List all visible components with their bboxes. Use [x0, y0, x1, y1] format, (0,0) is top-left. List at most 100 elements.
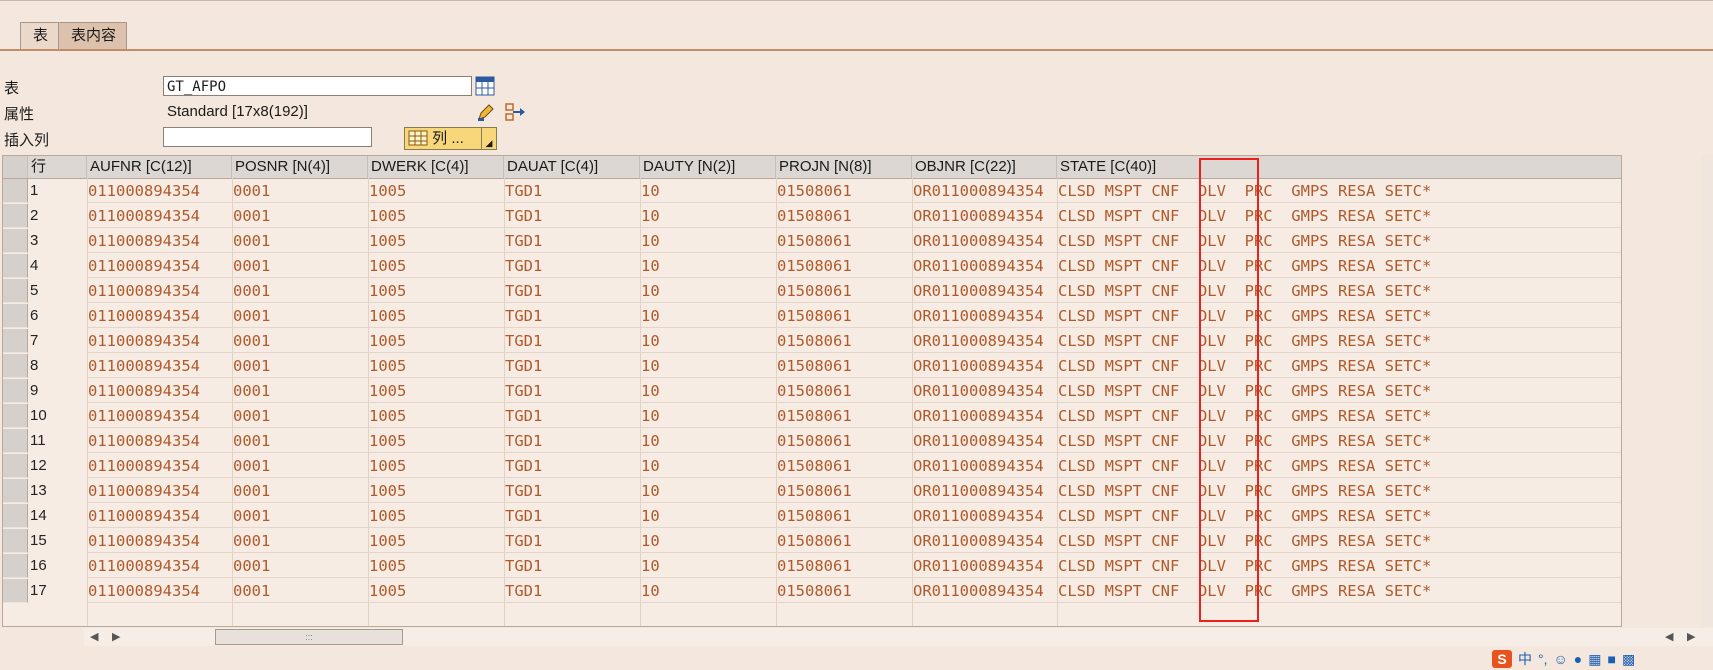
- table-cell[interactable]: 10: [641, 229, 776, 253]
- table-cell[interactable]: 0001: [233, 529, 368, 553]
- table-row[interactable]: 10 011000894354 0001 1005 TGD1 10 01508061 OR01…: [3, 404, 1621, 429]
- table-cell[interactable]: 01508061: [777, 404, 912, 428]
- table-cell[interactable]: 0001: [233, 479, 368, 503]
- table-row[interactable]: 9 011000894354 0001 1005 TGD1 10 01508061 OR011…: [3, 379, 1621, 404]
- table-cell[interactable]: TGD1: [505, 229, 640, 253]
- columns-dropdown-icon[interactable]: ◢: [481, 127, 497, 150]
- table-cell[interactable]: TGD1: [505, 379, 640, 403]
- table-cell[interactable]: 0001: [233, 554, 368, 578]
- table-cell[interactable]: TGD1: [505, 454, 640, 478]
- edit-icon[interactable]: [476, 102, 496, 122]
- column-header[interactable]: PROJN [N(8)]: [776, 156, 912, 178]
- row-selector[interactable]: [3, 204, 28, 228]
- table-cell[interactable]: 01508061: [777, 454, 912, 478]
- table-cell[interactable]: 1005: [369, 329, 504, 353]
- table-cell[interactable]: TGD1: [505, 329, 640, 353]
- keyboard-icon[interactable]: ▦: [1588, 648, 1601, 670]
- table-cell[interactable]: CLSD MSPT CNF DLV PRC GMPS RESA SETC*: [1058, 429, 1621, 453]
- table-cell[interactable]: 0001: [233, 379, 368, 403]
- table-cell[interactable]: 01508061: [777, 529, 912, 553]
- table-cell[interactable]: 10: [641, 529, 776, 553]
- scroll-thumb[interactable]: :::: [215, 629, 403, 645]
- row-selector[interactable]: [3, 329, 28, 353]
- row-selector[interactable]: [3, 354, 28, 378]
- table-row[interactable]: 3 011000894354 0001 1005 TGD1 10 01508061 OR011…: [3, 229, 1621, 254]
- table-cell[interactable]: 011000894354: [88, 279, 232, 303]
- row-selector[interactable]: [3, 279, 28, 303]
- table-cell[interactable]: OR011000894354: [913, 504, 1057, 528]
- table-cell[interactable]: CLSD MSPT CNF DLV PRC GMPS RESA SETC*: [1058, 554, 1621, 578]
- table-cell[interactable]: 011000894354: [88, 479, 232, 503]
- table-cell[interactable]: 1005: [369, 229, 504, 253]
- table-cell[interactable]: 0001: [233, 254, 368, 278]
- table-cell[interactable]: 1005: [369, 304, 504, 328]
- horizontal-scrollbar[interactable]: ◀ ▶ ::: ◀ ▶: [84, 628, 1713, 646]
- scroll-far-right-arrow[interactable]: ▶: [1687, 628, 1695, 646]
- table-cell[interactable]: 0001: [233, 404, 368, 428]
- table-cell[interactable]: 01508061: [777, 204, 912, 228]
- row-selector[interactable]: [3, 579, 28, 603]
- scroll-left-arrow[interactable]: ◀: [90, 628, 98, 646]
- table-cell[interactable]: TGD1: [505, 554, 640, 578]
- table-cell[interactable]: 1005: [369, 554, 504, 578]
- table-cell[interactable]: 1005: [369, 179, 504, 203]
- table-cell[interactable]: 01508061: [777, 229, 912, 253]
- table-cell[interactable]: CLSD MSPT CNF DLV PRC GMPS RESA SETC*: [1058, 579, 1621, 603]
- table-cell[interactable]: 01508061: [777, 554, 912, 578]
- table-cell[interactable]: CLSD MSPT CNF DLV PRC GMPS RESA SETC*: [1058, 529, 1621, 553]
- table-cell[interactable]: 0001: [233, 329, 368, 353]
- table-cell[interactable]: 10: [641, 179, 776, 203]
- table-cell[interactable]: TGD1: [505, 354, 640, 378]
- table-cell[interactable]: 1005: [369, 479, 504, 503]
- table-cell[interactable]: CLSD MSPT CNF DLV PRC GMPS RESA SETC*: [1058, 454, 1621, 478]
- table-cell[interactable]: OR011000894354: [913, 354, 1057, 378]
- row-selector[interactable]: [3, 404, 28, 428]
- table-row[interactable]: 11 011000894354 0001 1005 TGD1 10 01508061 OR01…: [3, 429, 1621, 454]
- table-row[interactable]: 2 011000894354 0001 1005 TGD1 10 01508061 OR011…: [3, 204, 1621, 229]
- row-selector[interactable]: [3, 179, 28, 203]
- table-cell[interactable]: OR011000894354: [913, 204, 1057, 228]
- table-cell[interactable]: 0001: [233, 429, 368, 453]
- table-cell[interactable]: 0001: [233, 204, 368, 228]
- table-cell[interactable]: CLSD MSPT CNF DLV PRC GMPS RESA SETC*: [1058, 379, 1621, 403]
- table-cell[interactable]: 10: [641, 504, 776, 528]
- table-cell[interactable]: 01508061: [777, 429, 912, 453]
- table-cell[interactable]: OR011000894354: [913, 554, 1057, 578]
- table-cell[interactable]: OR011000894354: [913, 479, 1057, 503]
- table-cell[interactable]: 10: [641, 304, 776, 328]
- table-cell[interactable]: 011000894354: [88, 579, 232, 603]
- table-cell[interactable]: 1005: [369, 454, 504, 478]
- table-cell[interactable]: 011000894354: [88, 254, 232, 278]
- table-cell[interactable]: OR011000894354: [913, 404, 1057, 428]
- column-header[interactable]: POSNR [N(4)]: [232, 156, 368, 178]
- table-cell[interactable]: 01508061: [777, 579, 912, 603]
- table-cell[interactable]: 01508061: [777, 254, 912, 278]
- table-cell[interactable]: 011000894354: [88, 529, 232, 553]
- structure-icon[interactable]: [504, 102, 525, 122]
- emoji-icon[interactable]: ☺: [1554, 648, 1568, 670]
- table-cell[interactable]: 011000894354: [88, 329, 232, 353]
- table-cell[interactable]: 10: [641, 479, 776, 503]
- table-cell[interactable]: CLSD MSPT CNF DLV PRC GMPS RESA SETC*: [1058, 179, 1621, 203]
- table-cell[interactable]: 011000894354: [88, 304, 232, 328]
- table-cell[interactable]: 1005: [369, 504, 504, 528]
- table-cell[interactable]: 1005: [369, 254, 504, 278]
- table-cell[interactable]: OR011000894354: [913, 279, 1057, 303]
- table-row[interactable]: 4 011000894354 0001 1005 TGD1 10 01508061 OR011…: [3, 254, 1621, 279]
- column-header[interactable]: DAUTY [N(2)]: [640, 156, 776, 178]
- skin-icon[interactable]: ■: [1608, 648, 1616, 670]
- row-selector[interactable]: [3, 504, 28, 528]
- table-cell[interactable]: CLSD MSPT CNF DLV PRC GMPS RESA SETC*: [1058, 404, 1621, 428]
- column-header[interactable]: OBJNR [C(22)]: [912, 156, 1057, 178]
- table-cell[interactable]: 1005: [369, 354, 504, 378]
- table-cell[interactable]: CLSD MSPT CNF DLV PRC GMPS RESA SETC*: [1058, 479, 1621, 503]
- table-cell[interactable]: CLSD MSPT CNF DLV PRC GMPS RESA SETC*: [1058, 304, 1621, 328]
- table-cell[interactable]: 1005: [369, 579, 504, 603]
- insert-column-field[interactable]: [163, 127, 372, 147]
- table-cell[interactable]: 011000894354: [88, 404, 232, 428]
- table-cell[interactable]: CLSD MSPT CNF DLV PRC GMPS RESA SETC*: [1058, 329, 1621, 353]
- table-cell[interactable]: CLSD MSPT CNF DLV PRC GMPS RESA SETC*: [1058, 229, 1621, 253]
- table-cell[interactable]: 10: [641, 579, 776, 603]
- table-cell[interactable]: 01508061: [777, 504, 912, 528]
- table-cell[interactable]: 011000894354: [88, 504, 232, 528]
